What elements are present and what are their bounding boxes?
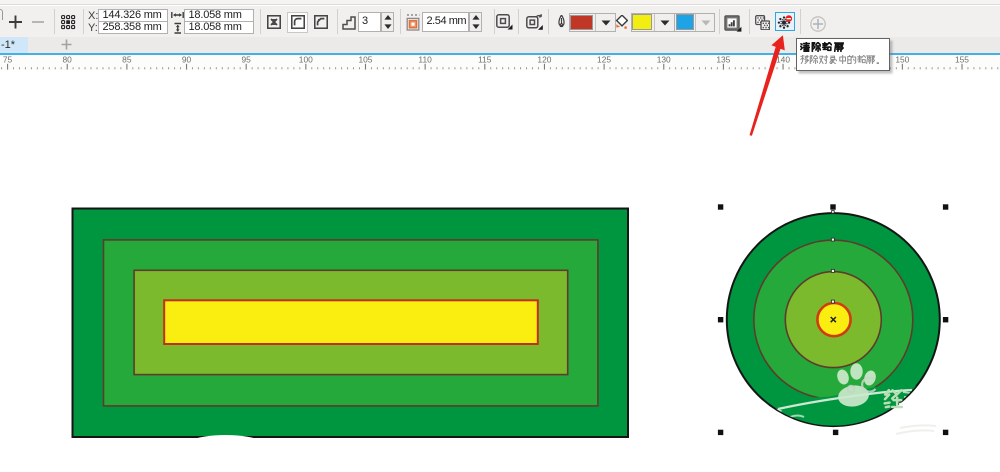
svg-text:130: 130 <box>657 55 671 65</box>
svg-text:155: 155 <box>955 55 969 65</box>
svg-text:120: 120 <box>537 55 551 65</box>
svg-text:95: 95 <box>241 55 251 65</box>
svg-text:135: 135 <box>716 55 730 65</box>
svg-text:115: 115 <box>478 55 492 65</box>
svg-text:110: 110 <box>418 55 432 65</box>
svg-text:100: 100 <box>299 55 313 65</box>
svg-text:125: 125 <box>597 55 611 65</box>
svg-text:85: 85 <box>122 55 132 65</box>
svg-text:90: 90 <box>182 55 192 65</box>
svg-text:150: 150 <box>895 55 909 65</box>
svg-text:75: 75 <box>3 55 13 65</box>
svg-text:105: 105 <box>358 55 372 65</box>
svg-text:80: 80 <box>63 55 73 65</box>
